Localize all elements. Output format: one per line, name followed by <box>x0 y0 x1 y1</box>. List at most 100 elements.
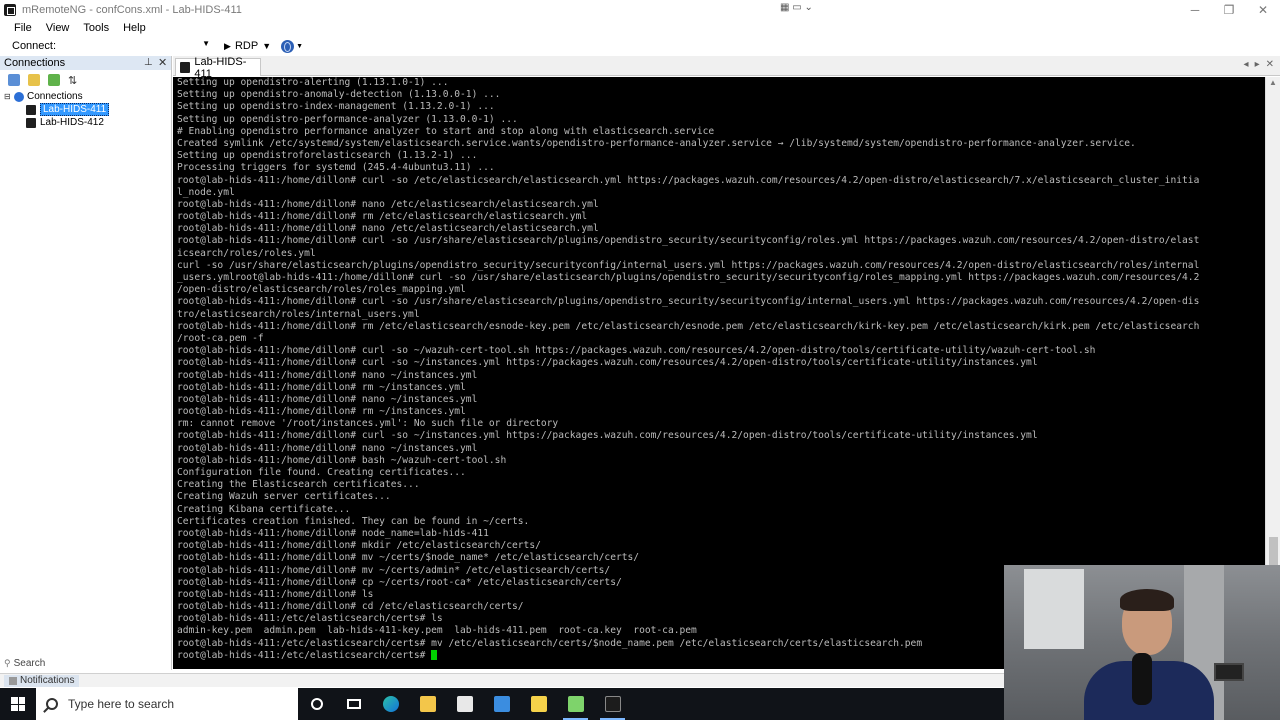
terminal-line: root@lab-hids-411:/home/dillon# rm /etc/… <box>177 211 588 223</box>
tree-item-label[interactable]: Lab-HIDS-412 <box>40 117 104 128</box>
start-button[interactable] <box>0 688 36 720</box>
terminal-line: root@lab-hids-411:/home/dillon# nano /et… <box>177 223 599 235</box>
terminal-line: root@lab-hids-411:/home/dillon# curl -so… <box>177 430 1038 442</box>
terminal-line: /open-distro/elasticsearch/roles/roles_m… <box>177 284 466 296</box>
terminal-line: root@lab-hids-411:/home/dillon# node_nam… <box>177 527 489 539</box>
terminal-line: Setting up opendistro-performance-analyz… <box>177 113 518 125</box>
menu-view[interactable]: View <box>46 22 70 34</box>
connections-panel-title: Connections <box>4 57 66 69</box>
expand-all-icon[interactable] <box>48 74 60 86</box>
terminal-line: Created symlink /etc/systemd/system/elas… <box>177 137 1136 149</box>
terminal-line: Setting up opendistroforelasticsearch (1… <box>177 150 478 162</box>
terminal-icon <box>180 62 191 73</box>
terminal-line: root@lab-hids-411:/home/dillon# rm ~/ins… <box>177 381 466 393</box>
scroll-thumb[interactable] <box>1269 537 1278 567</box>
connections-tree: ⊟ Connections Lab-HIDS-411 Lab-HIDS-412 <box>0 90 171 129</box>
play-arrow-icon: ▶ <box>224 40 231 51</box>
chevron-down-icon[interactable]: ▼ <box>296 43 303 50</box>
terminal-icon <box>26 117 36 128</box>
notifications-tab[interactable]: Notifications <box>4 674 80 687</box>
menu-tools[interactable]: Tools <box>83 22 109 34</box>
menu-file[interactable]: File <box>14 22 32 34</box>
search-icon: ⚲ <box>4 658 11 668</box>
tab-navigation: ◂ ▸ ✕ <box>1244 59 1274 70</box>
tab-prev-icon[interactable]: ◂ <box>1244 59 1249 70</box>
webcam-person-hair <box>1120 589 1174 611</box>
terminal-line: Setting up opendistro-index-management (… <box>177 101 495 113</box>
terminal-line: root@lab-hids-411:/home/dillon# nano /et… <box>177 198 599 210</box>
tree-item-label[interactable]: Lab-HIDS-411 <box>40 103 110 116</box>
tree-item-lab-hids-412[interactable]: Lab-HIDS-412 <box>4 116 171 129</box>
close-button[interactable]: ✕ <box>1246 0 1280 20</box>
close-tab-icon[interactable]: ✕ <box>1266 59 1274 70</box>
connection-tab-strip: Lab-HIDS-411 ◂ ▸ ✕ <box>173 56 1280 80</box>
mremoteng-app-icon <box>4 4 16 16</box>
terminal-line: l_node.yml <box>177 186 235 198</box>
mremoteng-taskbar-button[interactable] <box>594 688 631 720</box>
notepad-icon <box>567 696 584 712</box>
menu-help[interactable]: Help <box>123 22 146 34</box>
chevron-down-icon[interactable]: ▼ <box>262 41 271 51</box>
mremoteng-icon <box>604 696 621 712</box>
taskbar-search-box[interactable]: Type here to search <box>36 688 298 720</box>
mail-taskbar-button[interactable] <box>483 688 520 720</box>
terminal-line: root@lab-hids-411:/home/dillon# bash ~/w… <box>177 454 507 466</box>
webcam-microphone <box>1132 653 1152 705</box>
store-taskbar-button[interactable] <box>446 688 483 720</box>
protocol-label: RDP <box>234 40 259 52</box>
terminal-line: root@lab-hids-411:/home/dillon# curl -so… <box>177 296 1200 308</box>
search-icon <box>46 698 58 710</box>
minimize-button[interactable]: ─ <box>1178 0 1212 20</box>
terminal-line: Setting up opendistro-alerting (1.13.1.0… <box>177 77 449 88</box>
edge-icon <box>382 696 399 712</box>
terminal-line: root@lab-hids-411:/home/dillon# curl -so… <box>177 345 1096 357</box>
sticky-notes-icon <box>530 696 547 712</box>
terminal-line: # Enabling opendistro performance analyz… <box>177 125 715 137</box>
sort-icon[interactable]: ⇅ <box>68 74 77 87</box>
terminal-line: Certificates creation finished. They can… <box>177 515 530 527</box>
terminal-line: Creating Kibana certificate... <box>177 503 351 515</box>
chevron-down-icon[interactable]: ▼ <box>202 39 210 48</box>
file-explorer-taskbar-button[interactable] <box>409 688 446 720</box>
tab-lab-hids-411[interactable]: Lab-HIDS-411 <box>175 56 261 80</box>
terminal-line: root@lab-hids-411:/home/dillon# curl -so… <box>177 357 1038 369</box>
quick-connect-toolbar: Connect: ▼ ▶ RDP ▼ ▼ <box>0 37 1280 55</box>
mail-icon <box>493 696 510 712</box>
new-folder-icon[interactable] <box>28 74 40 86</box>
tree-item-lab-hids-411[interactable]: Lab-HIDS-411 <box>4 103 171 116</box>
collapse-icon[interactable]: ⊟ <box>4 92 12 101</box>
terminal-line: /root-ca.pem -f <box>177 332 264 344</box>
terminal-line: icsearch/roles/roles.yml <box>177 247 316 259</box>
globe-icon[interactable] <box>281 39 295 53</box>
folder-icon <box>419 696 436 712</box>
protocol-dropdown[interactable]: ▶ RDP ▼ <box>224 40 271 52</box>
windows-taskbar: Type here to search <box>0 688 1004 720</box>
cortana-button[interactable] <box>298 688 335 720</box>
tab-next-icon[interactable]: ▸ <box>1255 59 1260 70</box>
taskbar-search-placeholder: Type here to search <box>68 697 175 711</box>
scroll-up-icon[interactable]: ▲ <box>1269 78 1277 87</box>
close-icon[interactable]: ✕ <box>158 56 167 69</box>
task-view-button[interactable] <box>335 688 372 720</box>
pin-icon[interactable]: ⊥ <box>144 57 153 68</box>
quick-layout-icons[interactable]: ▦ ▭ ⌄ <box>780 2 813 13</box>
terminal-line: Configuration file found. Creating certi… <box>177 467 466 478</box>
sticky-notes-taskbar-button[interactable] <box>520 688 557 720</box>
connections-panel: Connections ⊥ ✕ ⇅ ⊟ Connections Lab-HIDS… <box>0 56 172 670</box>
notifications-label: Notifications <box>20 675 75 686</box>
connections-panel-header: Connections ⊥ ✕ <box>0 56 171 70</box>
connections-search[interactable]: ⚲ Search <box>4 658 45 669</box>
terminal-line: root@lab-hids-411:/home/dillon# mkdir /e… <box>177 540 541 552</box>
new-connection-icon[interactable] <box>8 74 20 86</box>
maximize-button[interactable]: ❐ <box>1212 0 1246 20</box>
connect-combobox[interactable]: ▼ <box>60 39 210 53</box>
edge-taskbar-button[interactable] <box>372 688 409 720</box>
webcam-overlay <box>1004 565 1280 720</box>
terminal-line: root@lab-hids-411:/home/dillon# mv ~/cer… <box>177 552 640 564</box>
terminal-line: tro/elasticsearch/roles/internal_users.y… <box>177 308 420 320</box>
notepad-taskbar-button[interactable] <box>557 688 594 720</box>
search-label: Search <box>13 658 46 669</box>
terminal-line: root@lab-hids-411:/home/dillon# rm ~/ins… <box>177 406 466 418</box>
globe-icon <box>14 91 24 102</box>
tree-root-connections[interactable]: ⊟ Connections <box>4 90 171 103</box>
